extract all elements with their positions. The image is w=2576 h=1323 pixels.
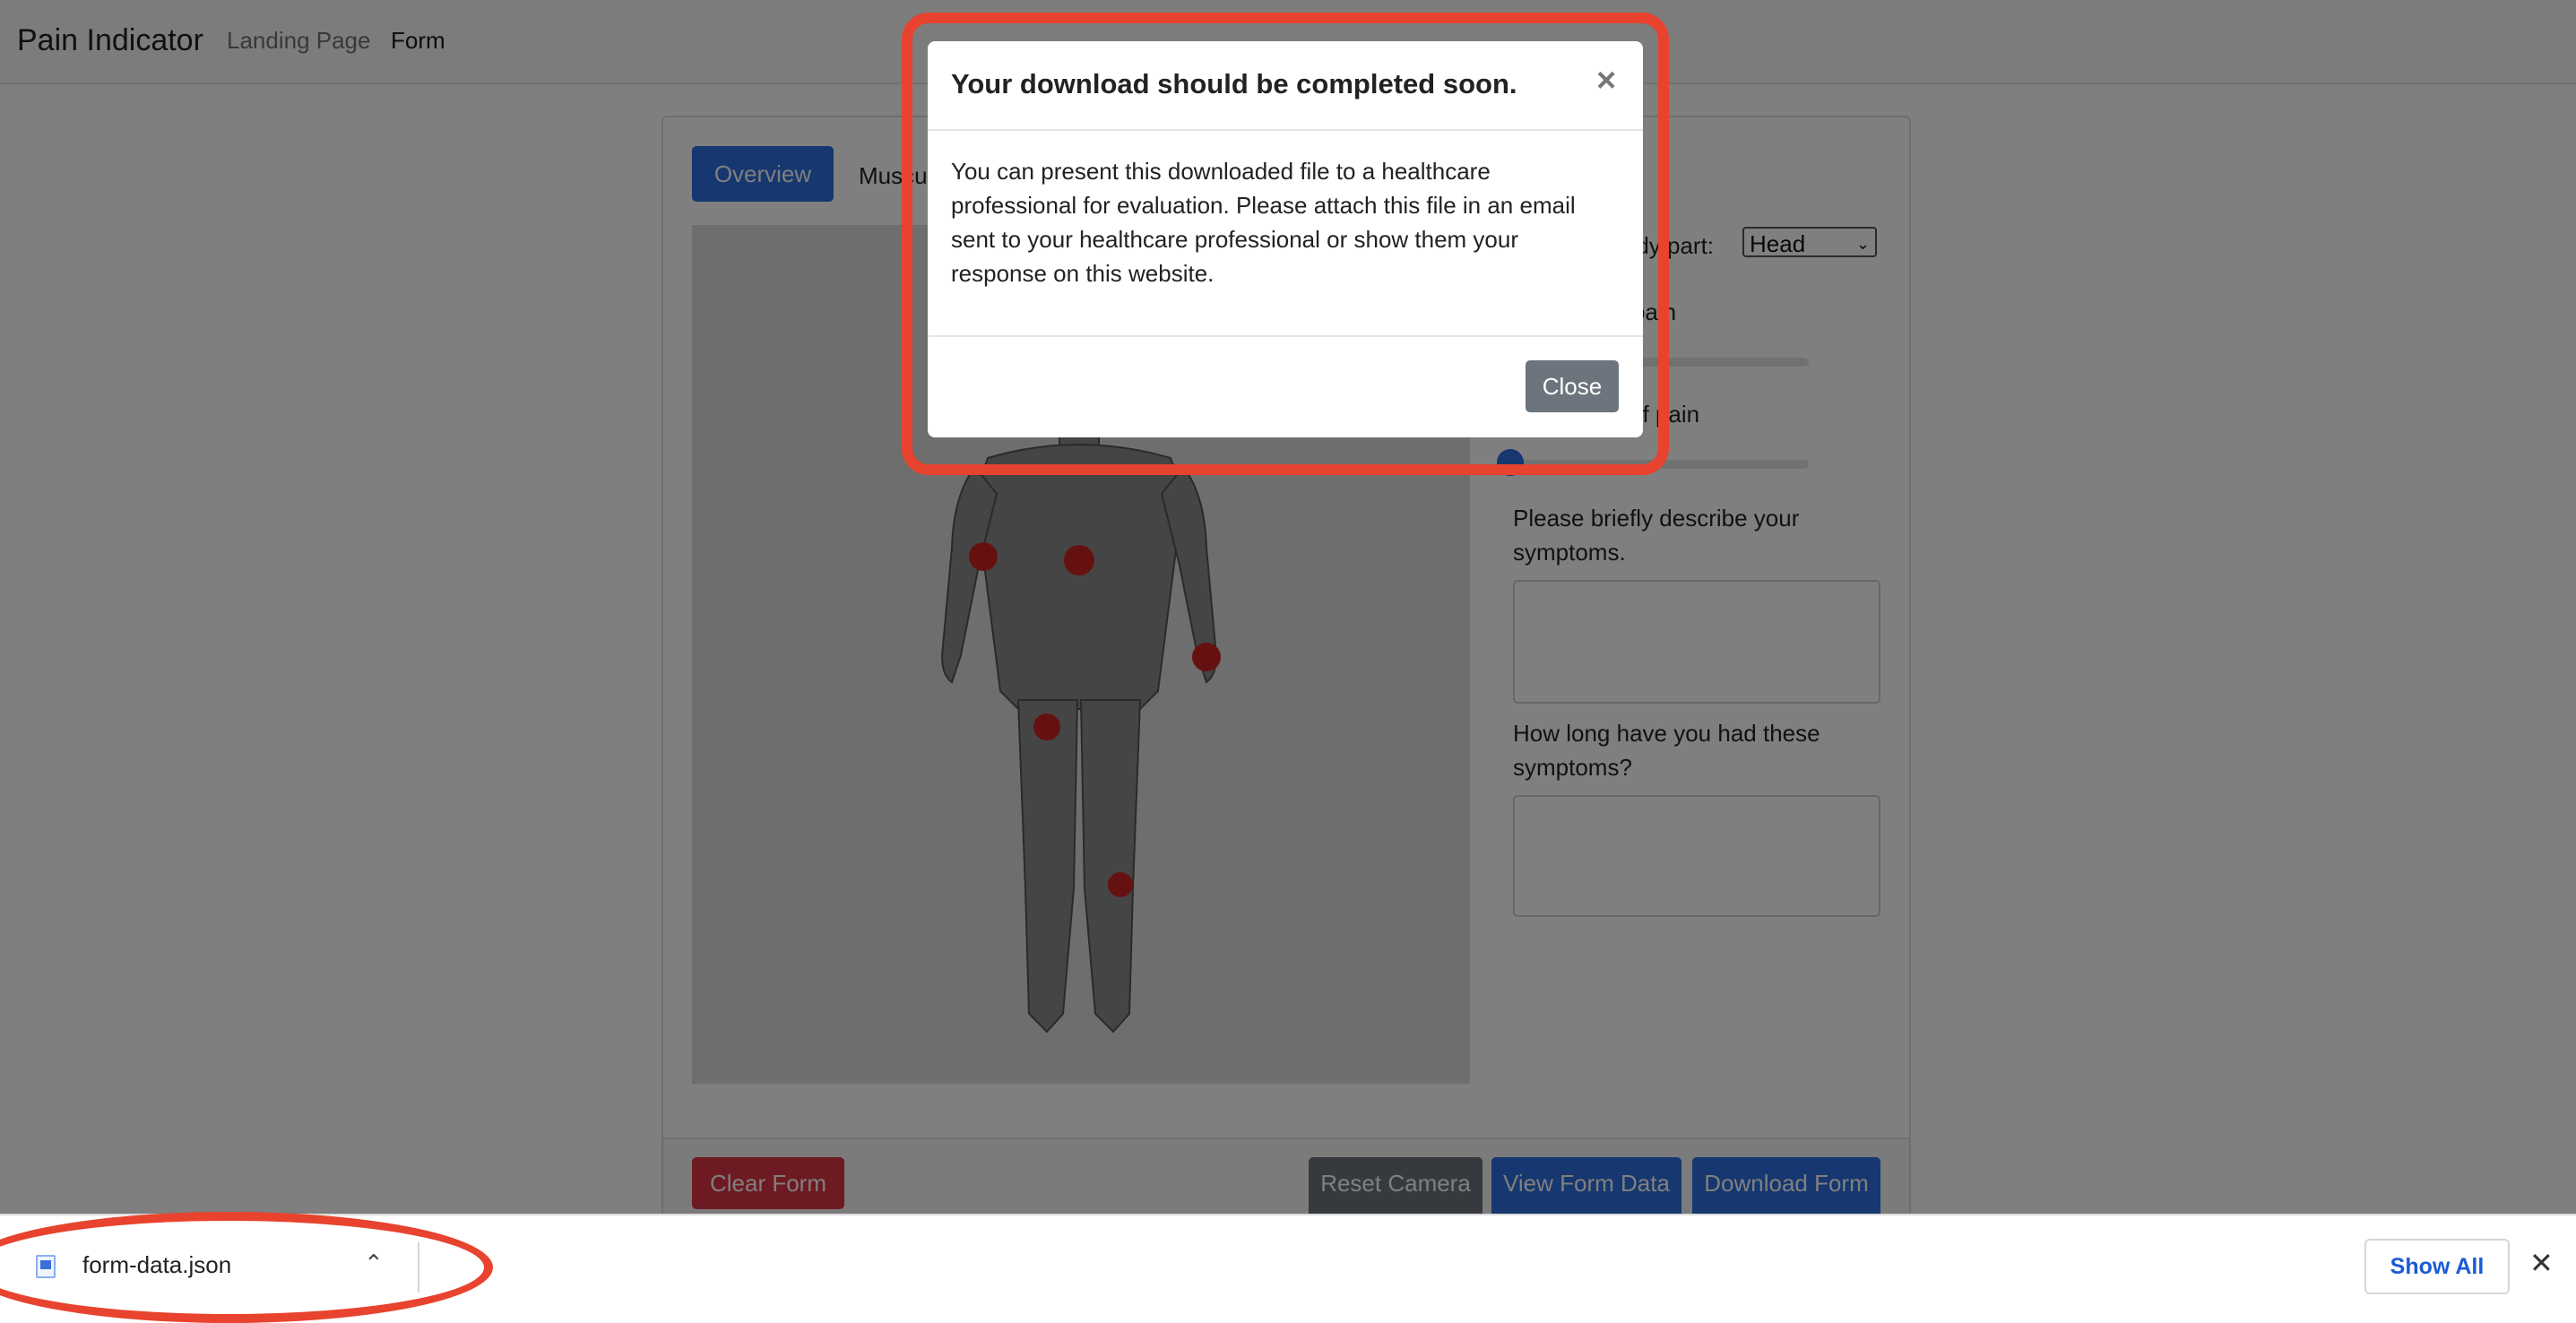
show-all-button[interactable]: Show All: [2364, 1239, 2510, 1294]
highlight-rectangle: [902, 13, 1669, 475]
close-icon[interactable]: ✕: [2529, 1246, 2554, 1280]
